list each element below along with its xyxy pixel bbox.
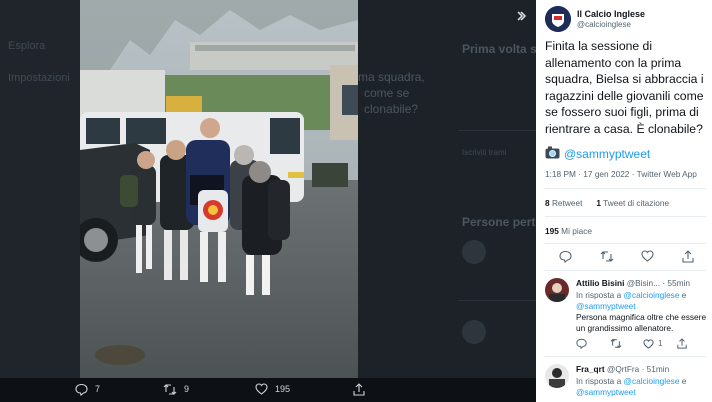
reply-to-link[interactable]: @calcioinglese	[624, 290, 680, 300]
bg-persons-heading: Persone perti	[462, 215, 536, 229]
likes-stat[interactable]: 195 Mi piace	[545, 226, 592, 236]
divider	[545, 243, 706, 244]
media-reply-button[interactable]: 7	[74, 382, 100, 396]
reply-to: In risposta a @calcioinglese e @sammyptw…	[576, 376, 687, 397]
tweet-actions	[545, 250, 710, 264]
media-share-button[interactable]	[352, 382, 366, 396]
mention-link[interactable]: @sammyptweet	[545, 146, 650, 162]
author-handle[interactable]: @calcioinglese	[577, 20, 645, 29]
reply-author-name[interactable]: Attilio Bisini	[576, 278, 624, 288]
tweet-stats: 8 Retweet 1 Tweet di citazione	[545, 198, 669, 208]
backdrop-middle: ma squadra, come se clonabile? Prima vol…	[358, 0, 536, 402]
expand-icon[interactable]	[512, 8, 530, 26]
bg-tweet-line-2: come se	[364, 86, 410, 100]
avatar[interactable]	[545, 364, 569, 388]
reply-item[interactable]: Fra_qrt @QrtFra · 51min In risposta a @c…	[545, 364, 710, 402]
tweet-panel: Il Calcio Inglese @calcioinglese Finita …	[536, 0, 712, 402]
tweet-source[interactable]: Twitter Web App	[637, 169, 697, 179]
bg-settings: Impostazioni	[8, 72, 70, 84]
reply-author-handle[interactable]: @QrtFra	[607, 364, 639, 374]
media-retweet-button[interactable]: 9	[163, 382, 189, 396]
reply-time[interactable]: 51min	[647, 364, 670, 374]
reply-time[interactable]: 55min	[667, 278, 690, 288]
tweet-photo[interactable]	[80, 0, 358, 378]
camera-icon	[545, 146, 560, 162]
media-like-count: 195	[275, 384, 291, 394]
retweet-icon	[163, 382, 177, 396]
mention-text: @sammyptweet	[564, 147, 651, 161]
reply-like-count: 1	[658, 339, 663, 348]
retweets-stat[interactable]: 8 Retweet	[545, 198, 582, 208]
media-action-bar: 7 9 195	[0, 378, 536, 402]
reply-header: Attilio Bisini @Bisin... · 55min	[576, 278, 691, 288]
share-icon[interactable]	[676, 338, 711, 349]
photo-image	[80, 0, 358, 378]
reply-text: Persona magnifica oltre che essere un gr…	[576, 312, 707, 333]
bg-explore: Esplora	[8, 40, 46, 52]
reply-to-link[interactable]: @sammyptweet	[576, 387, 636, 397]
bg-tweet-line-1: ma squadra,	[358, 70, 425, 84]
media-retweet-count: 9	[184, 384, 190, 394]
reply-item[interactable]: Attilio Bisini @Bisin... · 55min In risp…	[545, 278, 710, 358]
tweet-meta: 1:18 PM · 17 gen 2022 · Twitter Web App	[545, 169, 697, 179]
share-icon	[352, 382, 366, 396]
reply-icon[interactable]	[576, 338, 610, 349]
heart-icon	[254, 382, 268, 396]
reply-header: Fra_qrt @QrtFra · 51min	[576, 364, 670, 374]
bg-avatar	[462, 240, 486, 264]
divider	[545, 356, 706, 357]
bg-trending: Iscriviti trami	[462, 148, 507, 157]
reply-author-handle[interactable]: @Bisin...	[627, 278, 660, 288]
retweet-icon[interactable]	[600, 250, 614, 264]
divider	[545, 216, 706, 217]
avatar[interactable]	[545, 278, 569, 302]
tweet-header: Il Calcio Inglese @calcioinglese	[545, 6, 645, 32]
heart-icon[interactable]	[641, 250, 655, 264]
heart-icon	[643, 338, 654, 349]
share-icon[interactable]	[682, 250, 696, 264]
reply-icon[interactable]	[559, 250, 573, 264]
bg-avatar	[462, 320, 486, 344]
reply-author-name[interactable]: Fra_qrt	[576, 364, 605, 374]
author-name[interactable]: Il Calcio Inglese	[577, 9, 645, 19]
like-button[interactable]: 1	[643, 338, 677, 349]
tweet-date[interactable]: 17 gen 2022	[583, 169, 629, 179]
divider	[545, 188, 706, 189]
retweet-icon[interactable]	[610, 338, 644, 349]
avatar[interactable]	[545, 6, 571, 32]
media-reply-count: 7	[95, 384, 101, 394]
quotes-stat[interactable]: 1 Tweet di citazione	[596, 198, 669, 208]
bg-tweet-line-3: clonabile?	[364, 102, 419, 116]
reply-icon	[74, 382, 88, 396]
bg-heading: Prima volta su	[462, 42, 536, 56]
reply-actions: 1	[576, 338, 710, 349]
reply-to: In risposta a @calcioinglese e @sammyptw…	[576, 290, 687, 311]
tweet-text: Finita la sessione di allenamento con la…	[545, 39, 704, 136]
reply-to-link[interactable]: @sammyptweet	[576, 301, 636, 311]
divider	[545, 270, 706, 271]
reply-to-link[interactable]: @calcioinglese	[624, 376, 680, 386]
media-like-button[interactable]: 195	[254, 382, 290, 396]
backdrop-nav: Esplora Impostazioni	[0, 0, 80, 402]
tweet-time[interactable]: 1:18 PM	[545, 169, 576, 179]
